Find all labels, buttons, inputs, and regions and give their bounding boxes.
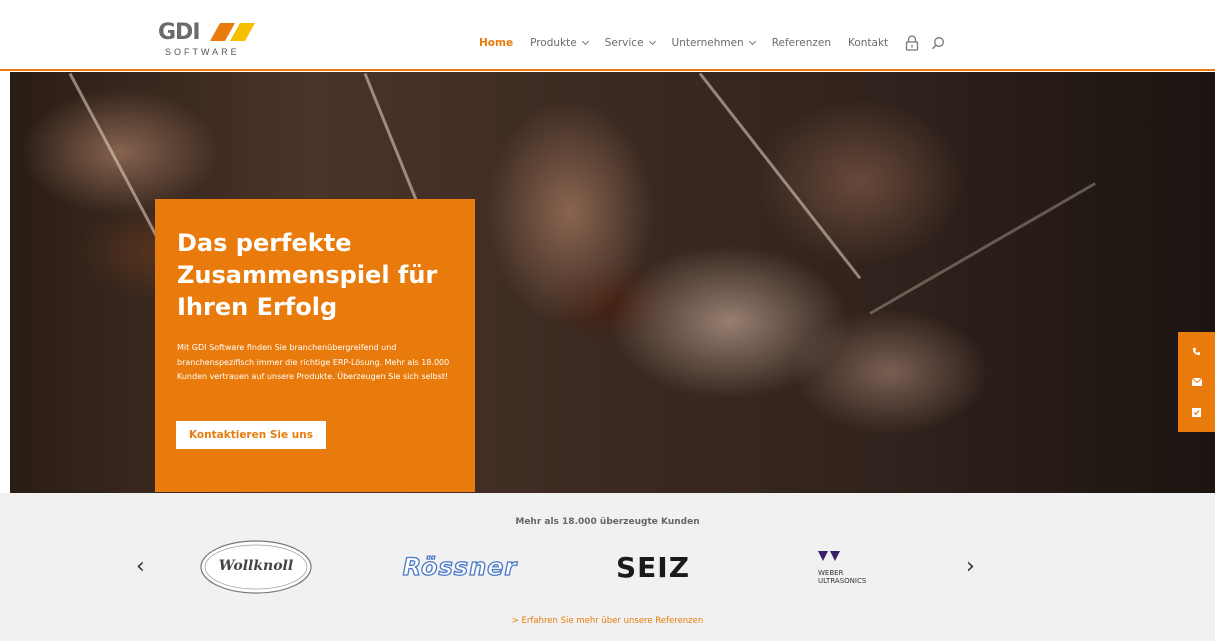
hero-text: Mit GDI Software finden Sie branchenüber… bbox=[177, 343, 450, 381]
chevron-down-icon bbox=[581, 37, 589, 46]
site-header: GDI SOFTWARE Home Produkte Service Unter… bbox=[0, 0, 1215, 71]
search-icon[interactable] bbox=[931, 36, 945, 50]
carousel-prev-button[interactable]: ‹ bbox=[136, 555, 145, 579]
wollknoll-logo-text: Wollknoll bbox=[218, 558, 294, 574]
logo-stripes-icon bbox=[210, 23, 255, 41]
lock-icon[interactable] bbox=[905, 35, 919, 51]
hero-promo-box: Das perfekte Zusammenspiel für Ihren Erf… bbox=[155, 199, 475, 492]
contact-sidebar bbox=[1178, 332, 1215, 432]
nav-item-referenzen[interactable]: Referenzen bbox=[772, 37, 831, 49]
client-logo-weber-ultrasonics: WEBER ULTRASONICS bbox=[818, 539, 908, 595]
client-logos-section: Mehr als 18.000 überzeugte Kunden ‹ Woll… bbox=[0, 493, 1215, 641]
weber-logo-line1: WEBER bbox=[818, 569, 844, 577]
nav-item-home[interactable]: Home bbox=[479, 37, 513, 49]
gdi-software-logo[interactable]: GDI SOFTWARE bbox=[158, 20, 268, 60]
nav-label: Produkte bbox=[530, 37, 577, 49]
seiz-logo-text: SEIZ bbox=[615, 550, 690, 584]
contact-button[interactable]: Kontaktieren Sie uns bbox=[176, 421, 326, 449]
nav-label: Home bbox=[479, 37, 514, 49]
nav-item-unternehmen[interactable]: Unternehmen bbox=[671, 37, 756, 49]
hero-title: Das perfekte Zusammenspiel für Ihren Erf… bbox=[177, 229, 438, 321]
clients-heading: Mehr als 18.000 überzeugte Kunden bbox=[515, 517, 700, 527]
form-icon[interactable] bbox=[1186, 402, 1208, 424]
carousel-next-button[interactable]: › bbox=[966, 555, 975, 579]
violin-bow-decoration bbox=[869, 182, 1096, 315]
nav-label: Service bbox=[604, 37, 644, 49]
roessner-logo-text: Rössner bbox=[402, 552, 518, 581]
nav-item-service[interactable]: Service bbox=[604, 37, 656, 49]
nav-item-produkte[interactable]: Produkte bbox=[530, 37, 589, 49]
nav-item-kontakt[interactable]: Kontakt bbox=[848, 37, 888, 49]
mail-icon[interactable] bbox=[1186, 371, 1208, 393]
logo-wordmark: GDI bbox=[158, 20, 201, 45]
weber-logo-line2: ULTRASONICS bbox=[818, 577, 867, 585]
references-link[interactable]: > Erfahren Sie mehr über unsere Referenz… bbox=[0, 616, 1215, 626]
phone-icon[interactable] bbox=[1186, 340, 1208, 362]
nav-label: Kontakt bbox=[847, 37, 889, 49]
chevron-down-icon bbox=[748, 37, 756, 46]
client-logo-seiz: SEIZ bbox=[608, 539, 698, 595]
weber-logo-icon bbox=[818, 551, 840, 561]
nav-label: Referenzen bbox=[771, 37, 831, 49]
client-logo-roessner: Rössner bbox=[395, 539, 525, 595]
nav-label: Unternehmen bbox=[671, 37, 744, 49]
main-nav: Home Produkte Service Unternehmen Refere… bbox=[479, 35, 957, 51]
client-logo-wollknoll: Wollknoll bbox=[199, 539, 313, 595]
chevron-down-icon bbox=[648, 37, 656, 46]
logo-subtitle: SOFTWARE bbox=[165, 47, 240, 57]
violin-bow-decoration bbox=[698, 72, 862, 280]
